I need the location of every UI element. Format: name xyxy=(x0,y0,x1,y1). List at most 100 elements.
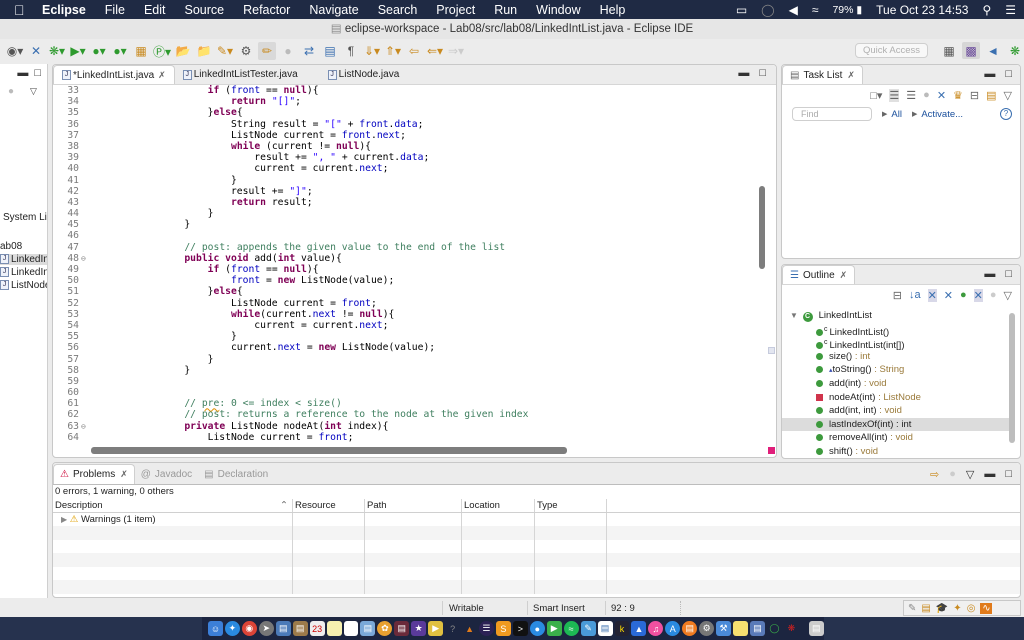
tree-item-file[interactable]: J ListNode xyxy=(0,280,47,291)
eclipse-icon[interactable]: ☰ xyxy=(479,621,494,636)
menu-navigate[interactable]: Navigate xyxy=(309,3,358,17)
code-line[interactable]: 60 xyxy=(53,387,763,398)
outline-member[interactable]: removeAll(int) : void xyxy=(782,431,1010,445)
itunes-icon[interactable]: ♫ xyxy=(648,621,664,636)
code-line[interactable]: 43 return result; xyxy=(53,197,763,208)
horizontal-scrollbar[interactable] xyxy=(91,447,651,454)
safari-icon[interactable]: ✦ xyxy=(224,621,240,636)
overview-marker[interactable] xyxy=(768,347,775,354)
outline-member[interactable]: shift() : void xyxy=(782,445,1010,459)
textedit-icon[interactable]: ✎ xyxy=(580,621,596,636)
minimize-icon[interactable]: ▬ xyxy=(984,468,995,481)
fold-toggle-icon[interactable]: ⊖ xyxy=(81,253,91,264)
toggle-word-wrap-icon[interactable]: ⇄ xyxy=(300,42,318,60)
code-line[interactable]: 55 } xyxy=(53,331,763,342)
tutorials-icon[interactable]: 🎓 xyxy=(936,603,948,614)
chrome-icon[interactable]: ◉ xyxy=(241,621,257,636)
vertical-scrollbar[interactable] xyxy=(757,85,767,445)
tab-declaration[interactable]: ▤ Declaration xyxy=(198,464,274,484)
sort-icon[interactable]: ↓a xyxy=(909,289,921,301)
preview-icon[interactable]: ▤ xyxy=(275,621,291,636)
horizontal-scroll-thumb[interactable] xyxy=(91,447,567,454)
code-line[interactable]: 33 if (front == null){ xyxy=(53,85,763,96)
contacts-icon[interactable]: ▤ xyxy=(292,621,308,636)
outline-member[interactable]: size() : int xyxy=(782,350,1010,364)
close-tab-icon[interactable]: ✗ xyxy=(840,270,848,281)
categorized-icon[interactable]: ☰ xyxy=(889,88,900,102)
stickies-icon[interactable] xyxy=(733,621,748,636)
skip-breakpoints-icon[interactable]: ✕ xyxy=(27,42,45,60)
code-line[interactable]: 42 result += "]"; xyxy=(53,186,763,197)
outline-member[interactable]: c LinkedIntList(int[]) xyxy=(782,336,1010,351)
search-icon[interactable]: ✎▾ xyxy=(216,42,234,60)
code-line[interactable]: 59 xyxy=(53,376,763,387)
code-line[interactable]: 36 String result = "[" + front.data; xyxy=(53,119,763,130)
siri-icon[interactable]: ◯ xyxy=(761,3,774,17)
launchpad-icon[interactable]: ➤ xyxy=(258,621,274,636)
last-edit-location-icon[interactable]: ⇦ xyxy=(405,42,423,60)
spotify-icon[interactable]: ≈ xyxy=(563,621,579,636)
expand-icon[interactable]: ▶ xyxy=(61,515,67,524)
code-line[interactable]: 64 ListNode current = front; xyxy=(53,432,763,443)
notification-center-icon[interactable]: ☰ xyxy=(1005,3,1016,17)
view-menu-icon[interactable]: ▽ xyxy=(966,468,974,481)
code-line[interactable]: 38 while (current != null){ xyxy=(53,141,763,152)
help-circle-icon[interactable]: ◎ xyxy=(967,603,976,614)
photos-icon[interactable]: ✿ xyxy=(377,621,393,636)
code-line[interactable]: 44 } xyxy=(53,208,763,219)
outline-member[interactable]: lastIndexOf(int) : int xyxy=(782,417,1010,432)
photo-viewer-icon[interactable]: ▤ xyxy=(360,621,376,636)
view-menu-icon[interactable]: ▽ xyxy=(1004,289,1012,302)
menu-run[interactable]: Run xyxy=(494,3,517,17)
reminders-icon[interactable] xyxy=(343,621,359,636)
scheduled-icon[interactable]: ☰ xyxy=(906,89,916,102)
hide-nonpublic-icon[interactable]: ● xyxy=(960,289,967,301)
tab-task-list[interactable]: ▤ Task List ✗ xyxy=(782,65,863,84)
tab-linkedintlisttester[interactable]: J LinkedIntListTester.java xyxy=(175,65,306,84)
code-line[interactable]: 58 } xyxy=(53,365,763,376)
tips-icon[interactable]: ✎ xyxy=(908,603,916,614)
minimize-icon[interactable]: ▬ xyxy=(984,68,995,80)
focus-icon[interactable]: ♛ xyxy=(953,89,963,102)
hide-static-icon[interactable]: ✕ xyxy=(944,289,953,302)
status-insert-mode[interactable]: Smart Insert xyxy=(533,602,585,615)
outline-member[interactable]: add(int, int) : void xyxy=(782,404,1010,418)
code-line[interactable]: 57 } xyxy=(53,354,763,365)
terminal-icon[interactable]: > xyxy=(512,621,528,636)
ibooks-icon[interactable]: ▤ xyxy=(682,621,698,636)
messages-icon[interactable]: ● xyxy=(529,621,545,636)
outline-member[interactable]: nodeAt(int) : ListNode xyxy=(782,391,1010,405)
apple-icon[interactable]:  xyxy=(14,2,28,18)
view-menu-icon[interactable]: ▽ xyxy=(30,86,37,97)
code-area[interactable]: 33 if (front == null){34 return "[]"; 35 … xyxy=(53,85,763,445)
table-row[interactable]: ▶ ⚠ Warnings (1 item) xyxy=(53,512,1020,526)
outline-member[interactable]: ▴toString() : String xyxy=(782,363,1010,377)
facetime-icon[interactable]: ▶ xyxy=(546,621,562,636)
hide-fields-icon[interactable]: ✕ xyxy=(927,288,937,302)
fold-toggle-icon[interactable]: ⊖ xyxy=(81,421,91,432)
block-selection-icon[interactable]: ● xyxy=(279,42,297,60)
outline-scrollbar[interactable] xyxy=(1009,313,1015,443)
code-line[interactable]: 40 current = current.next; xyxy=(53,163,763,174)
code-line[interactable]: 56 current.next = new ListNode(value); xyxy=(53,342,763,353)
sync-icon[interactable]: ● xyxy=(8,86,14,97)
code-line[interactable]: 51 }else{ xyxy=(53,286,763,297)
close-tab-icon[interactable]: ✗ xyxy=(120,469,128,480)
menu-app-name[interactable]: Eclipse xyxy=(42,3,86,17)
code-line[interactable]: 41 } xyxy=(53,175,763,186)
clock[interactable]: Tue Oct 23 14:53 xyxy=(876,3,968,17)
battery-icon[interactable]: ▮ xyxy=(856,4,862,16)
code-line[interactable]: 35 }else{ xyxy=(53,107,763,118)
finder-icon[interactable]: ☺ xyxy=(208,621,223,636)
menu-edit[interactable]: Edit xyxy=(144,3,166,17)
maximize-icon[interactable]: □ xyxy=(1005,68,1012,80)
column-header-type[interactable]: Type xyxy=(535,499,607,512)
link-icon[interactable]: ▤ xyxy=(986,89,996,102)
open-type-icon[interactable]: 📂 xyxy=(174,42,192,60)
matlab-icon[interactable]: ▲ xyxy=(462,621,477,636)
git-perspective-icon[interactable]: ◄ xyxy=(984,42,1002,59)
code-line[interactable]: 63 ⊖ private ListNode nodeAt(int index){ xyxy=(53,421,763,432)
airplay-icon[interactable]: ▭ xyxy=(736,3,747,17)
menu-source[interactable]: Source xyxy=(184,3,224,17)
app-store-icon[interactable]: A xyxy=(665,621,681,636)
